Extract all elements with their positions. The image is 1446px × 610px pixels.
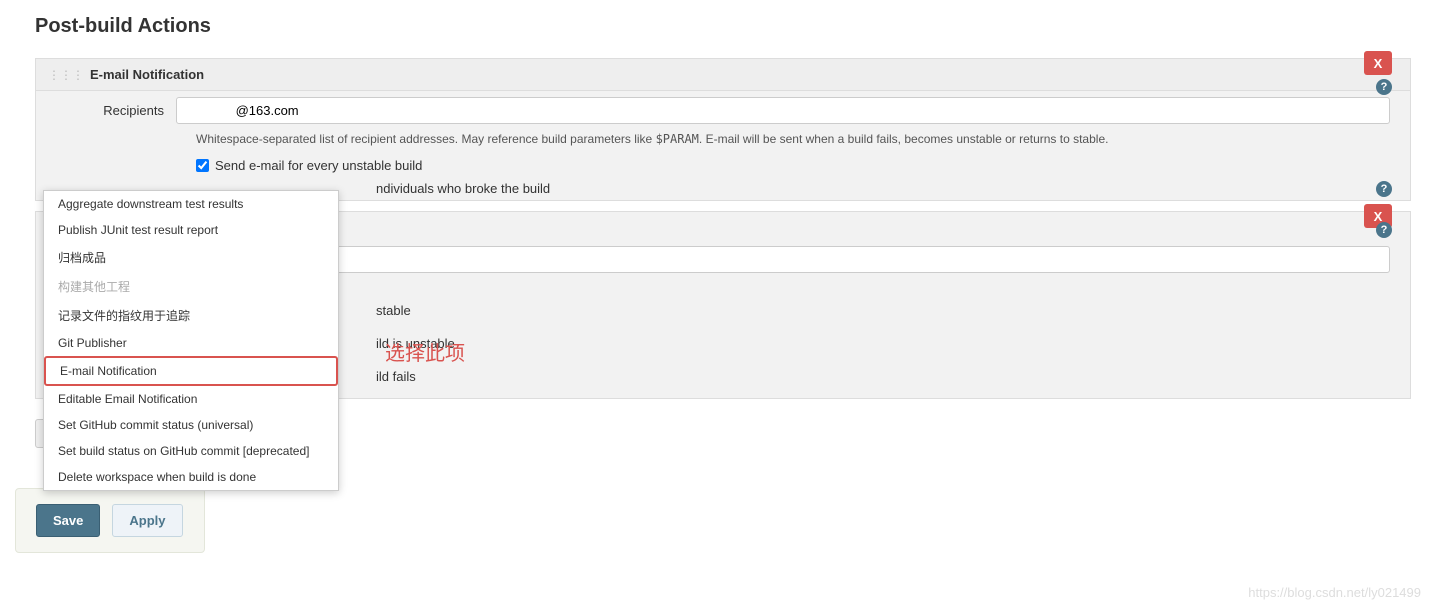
unstable-checkbox-label: Send e-mail for every unstable build [215,158,422,173]
panel-header: ⋮⋮⋮ E-mail Notification [36,59,1410,91]
dropdown-item-aggregate[interactable]: Aggregate downstream test results [44,191,338,217]
dropdown-item-github-deprecated[interactable]: Set build status on GitHub commit [depre… [44,438,338,464]
dropdown-item-git-publisher[interactable]: Git Publisher [44,330,338,356]
dropdown-item-fingerprint[interactable]: 记录文件的指纹用于追踪 [44,301,338,330]
unstable-checkbox-row: Send e-mail for every unstable build [36,154,1410,177]
save-button[interactable]: Save [36,504,100,537]
recipients-label: Recipients [56,103,176,118]
button-bar: Save Apply [15,488,205,553]
add-action-dropdown: Aggregate downstream test results Publis… [43,190,339,491]
hidden-input[interactable] [176,246,1390,273]
drag-handle-icon[interactable]: ⋮⋮⋮ [48,68,84,82]
email-notification-panel: X ? ⋮⋮⋮ E-mail Notification Recipients W… [35,58,1411,201]
help-icon[interactable]: ? [1376,79,1392,95]
dropdown-item-junit[interactable]: Publish JUnit test result report [44,217,338,243]
page-title: Post-build Actions [0,0,1446,48]
watermark-text: https://blog.csdn.net/ly021499 [1248,585,1421,600]
dropdown-item-delete-workspace[interactable]: Delete workspace when build is done [44,464,338,490]
recipients-input[interactable] [176,97,1390,124]
close-button[interactable]: X [1364,51,1392,75]
recipients-row: Recipients [36,91,1410,130]
dropdown-item-editable-email[interactable]: Editable Email Notification [44,386,338,412]
unstable-checkbox[interactable] [196,159,209,172]
apply-button[interactable]: Apply [112,504,182,537]
dropdown-item-archive[interactable]: 归档成品 [44,243,338,272]
annotation-label: 选择此项 [385,337,465,366]
dropdown-item-email-notification[interactable]: E-mail Notification [44,356,338,386]
help-icon[interactable]: ? [1376,181,1392,197]
dropdown-item-github-status[interactable]: Set GitHub commit status (universal) [44,412,338,438]
help-icon[interactable]: ? [1376,222,1392,238]
panel-title: E-mail Notification [90,67,204,82]
recipients-help-text: Whitespace-separated list of recipient a… [36,130,1410,154]
dropdown-item-build-other: 构建其他工程 [44,272,338,301]
